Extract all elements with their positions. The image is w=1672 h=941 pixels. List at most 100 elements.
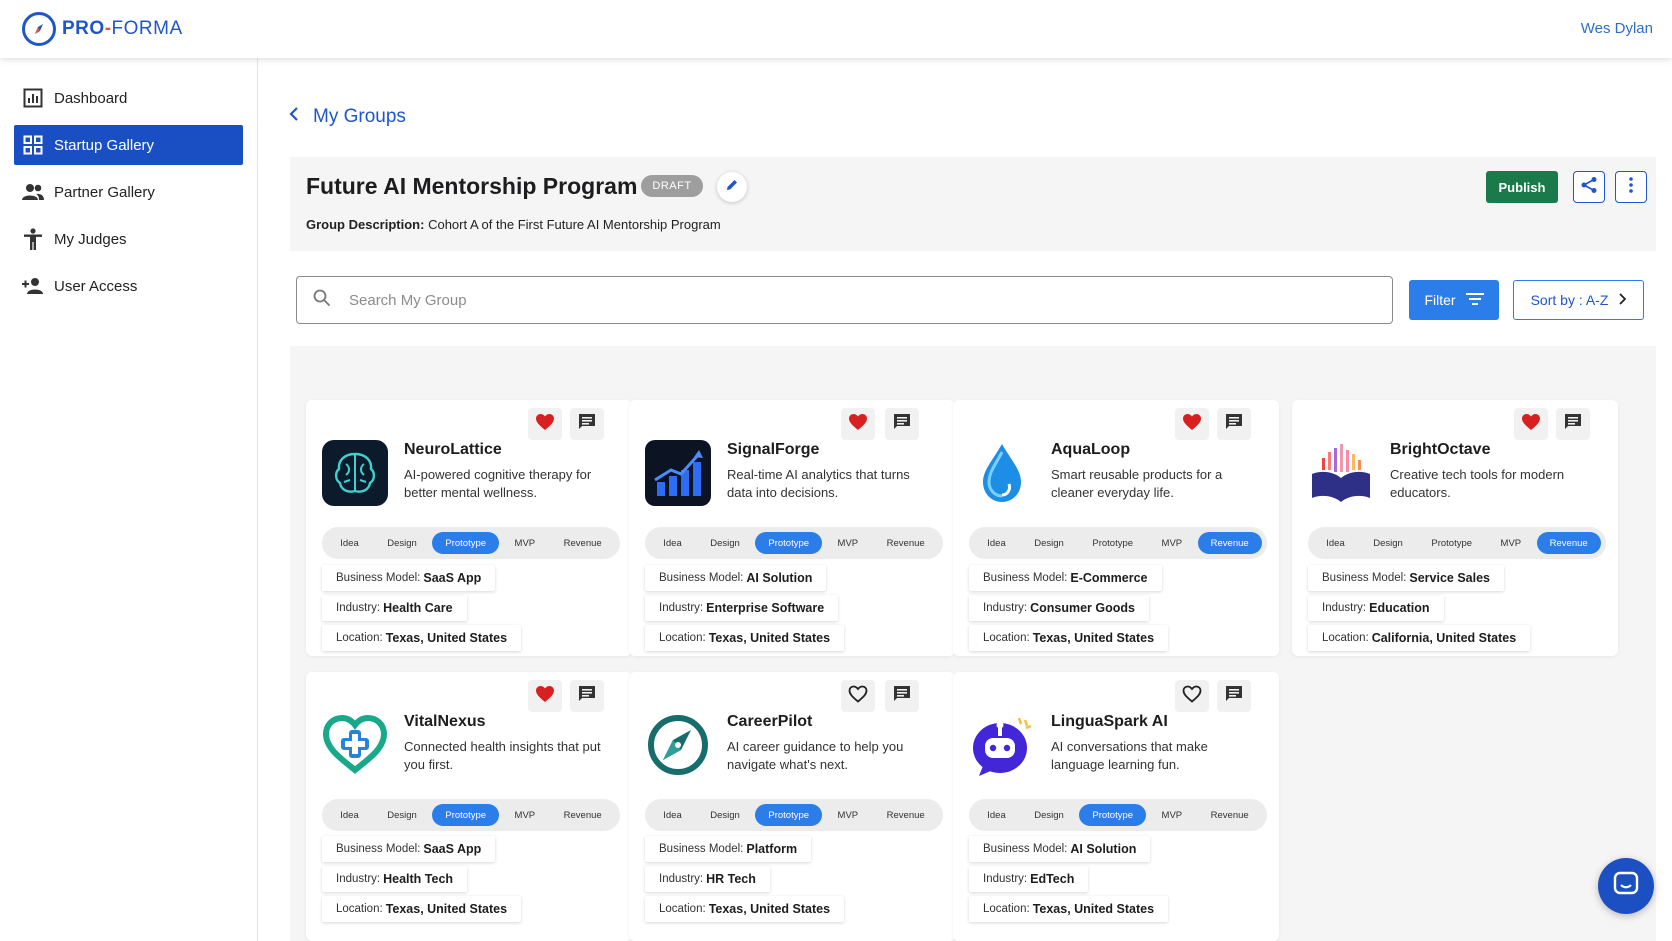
chat-icon (1612, 870, 1640, 903)
heart-outline-icon (848, 685, 868, 708)
people-icon (22, 181, 44, 203)
industry-tag: Industry: Health Tech (322, 866, 468, 892)
startup-description: Connected health insights that put you f… (404, 739, 601, 772)
startup-card[interactable]: NeuroLattice AI-powered cognitive therap… (306, 400, 632, 656)
business-model-label: Business Model: (336, 572, 421, 584)
industry-value: Enterprise Software (706, 601, 825, 615)
business-model-value: Service Sales (1409, 571, 1490, 585)
location-tag: Location: Texas, United States (969, 625, 1169, 651)
sidebar-item-partner-gallery[interactable]: Partner Gallery (14, 172, 243, 212)
favorite-button[interactable] (1514, 408, 1548, 440)
stage-progress: Idea Design Prototype MVP Revenue (969, 527, 1267, 559)
location-label: Location: (336, 903, 383, 915)
industry-tag: Industry: Health Care (322, 595, 467, 621)
stage-pill-idea: Idea (1326, 537, 1345, 549)
startup-card[interactable]: VitalNexus Connected health insights tha… (306, 672, 632, 941)
share-icon (1580, 176, 1598, 199)
comment-button[interactable] (1217, 408, 1251, 440)
industry-tag: Industry: Education (1308, 595, 1444, 621)
startup-card[interactable]: BrightOctave Creative tech tools for mod… (1292, 400, 1618, 656)
comment-icon (1225, 413, 1243, 436)
stage-pill-mvp: MVP (1161, 537, 1183, 549)
favorite-button[interactable] (528, 408, 562, 440)
comment-button[interactable] (885, 680, 919, 712)
comment-button[interactable] (885, 408, 919, 440)
compass-logo-icon (22, 12, 56, 46)
industry-label: Industry: (659, 602, 704, 614)
startup-card[interactable]: CareerPilot AI career guidance to help y… (629, 672, 955, 941)
publish-button[interactable]: Publish (1486, 171, 1558, 203)
sort-button[interactable]: Sort by : A-Z (1513, 280, 1644, 320)
stage-pill-design: Design (387, 809, 417, 821)
main-content: My Groups Future AI Mentorship Program D… (259, 58, 1672, 941)
business-model-value: AI Solution (746, 571, 813, 585)
startup-card[interactable]: LinguaSpark AI AI conversations that mak… (953, 672, 1279, 941)
back-link[interactable]: My Groups (289, 106, 406, 128)
stage-pill-revenue: Revenue (886, 809, 925, 821)
sidebar-item-label: Startup Gallery (54, 136, 155, 154)
sidebar: Dashboard Startup Gallery Partner Galler… (0, 58, 258, 941)
startup-description: Creative tech tools for modern educators… (1390, 467, 1565, 500)
business-model-tag: Business Model: SaaS App (322, 836, 496, 862)
sidebar-item-startup-gallery[interactable]: Startup Gallery (14, 125, 243, 165)
favorite-button[interactable] (1175, 408, 1209, 440)
back-link-label: My Groups (313, 106, 406, 127)
sidebar-item-my-judges[interactable]: My Judges (14, 219, 243, 259)
industry-label: Industry: (1322, 602, 1367, 614)
stage-progress: Idea Design Prototype MVP Revenue (645, 527, 943, 559)
stage-pill-revenue: Revenue (563, 537, 602, 549)
stage-progress: Idea Design Prototype MVP Revenue (969, 799, 1267, 831)
more-options-button[interactable] (1615, 171, 1647, 203)
location-tag: Location: Texas, United States (645, 625, 845, 651)
location-label: Location: (1322, 632, 1369, 644)
favorite-button[interactable] (1175, 680, 1209, 712)
startup-name: BrightOctave (1390, 441, 1491, 458)
robot-chat-logo-icon (969, 712, 1035, 778)
favorite-button[interactable] (528, 680, 562, 712)
filter-button[interactable]: Filter (1409, 280, 1499, 320)
startup-card[interactable]: SignalForge Real-time AI analytics that … (629, 400, 955, 656)
open-book-logo-icon (1308, 440, 1374, 506)
search-input[interactable] (349, 291, 1249, 309)
heart-cross-logo-icon (322, 712, 388, 778)
app-logo[interactable]: PRO-FORMA (22, 12, 183, 46)
grid-icon (22, 134, 44, 156)
industry-value: EdTech (1030, 872, 1075, 886)
location-label: Location: (983, 632, 1030, 644)
business-model-tag: Business Model: E-Commerce (969, 565, 1162, 591)
stage-pill-prototype: Prototype (432, 532, 500, 554)
stage-pill-mvp: MVP (514, 537, 536, 549)
person-icon (22, 228, 44, 250)
edit-title-button[interactable] (717, 172, 747, 202)
share-button[interactable] (1573, 171, 1605, 203)
stage-pill-idea: Idea (340, 537, 359, 549)
comment-button[interactable] (570, 680, 604, 712)
stage-pill-mvp: MVP (837, 537, 859, 549)
user-name[interactable]: Wes Dylan (1581, 20, 1653, 37)
favorite-button[interactable] (841, 408, 875, 440)
stage-pill-revenue: Revenue (1210, 809, 1249, 821)
comment-button[interactable] (1217, 680, 1251, 712)
chat-launcher-button[interactable] (1598, 858, 1654, 914)
comment-icon (1564, 413, 1582, 436)
industry-value: Education (1369, 601, 1430, 615)
comment-button[interactable] (1556, 408, 1590, 440)
location-value: Texas, United States (1032, 631, 1155, 645)
sidebar-item-user-access[interactable]: User Access (14, 266, 243, 306)
location-label: Location: (659, 903, 706, 915)
startup-card[interactable]: AquaLoop Smart reusable products for a c… (953, 400, 1279, 656)
comment-button[interactable] (570, 408, 604, 440)
business-model-value: Platform (746, 842, 798, 856)
water-drop-logo-icon (969, 440, 1035, 506)
stage-pill-mvp: MVP (1500, 537, 1522, 549)
industry-value: Health Tech (383, 872, 454, 886)
sidebar-item-dashboard[interactable]: Dashboard (14, 78, 243, 118)
filter-icon (1465, 292, 1484, 309)
favorite-button[interactable] (841, 680, 875, 712)
brain-logo-icon (322, 440, 388, 506)
business-model-value: AI Solution (1070, 842, 1137, 856)
search-field[interactable] (296, 276, 1393, 324)
startup-gallery: NeuroLattice AI-powered cognitive therap… (290, 346, 1656, 941)
industry-tag: Industry: HR Tech (645, 866, 770, 892)
group-description: Group Description: Cohort A of the First… (306, 217, 721, 232)
